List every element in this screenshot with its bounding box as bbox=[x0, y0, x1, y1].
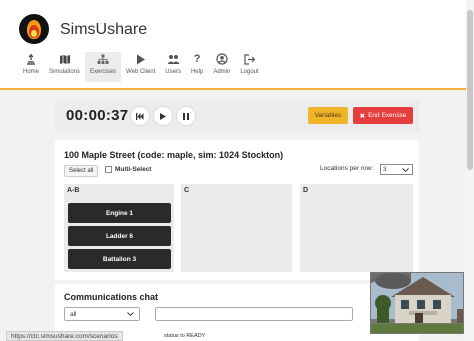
timer-panel: 00:00:37 Variables ✖ End Exercise bbox=[55, 99, 419, 133]
location-column-a-b[interactable]: A-B Engine 1 Ladder 6 Battalion 3 bbox=[64, 184, 174, 272]
house-photo-image bbox=[371, 273, 463, 333]
scrollbar-thumb[interactable] bbox=[467, 10, 473, 170]
nav-home[interactable]: Home bbox=[18, 52, 44, 82]
pause-icon bbox=[183, 112, 189, 120]
nav-logout[interactable]: Logout bbox=[235, 52, 263, 82]
play-icon bbox=[160, 112, 166, 120]
unit-ladder-6[interactable]: Ladder 6 bbox=[68, 226, 171, 246]
chat-filter-value: all bbox=[70, 310, 77, 318]
pause-button[interactable] bbox=[176, 106, 196, 126]
end-exercise-button[interactable]: ✖ End Exercise bbox=[353, 107, 413, 124]
users-icon bbox=[167, 52, 180, 66]
rewind-icon bbox=[136, 112, 144, 120]
chevron-down-icon bbox=[402, 167, 409, 172]
question-icon: ? bbox=[193, 53, 201, 65]
video-thumbnail[interactable] bbox=[370, 272, 464, 334]
unit-battalion-3[interactable]: Battalion 3 bbox=[68, 249, 171, 269]
exercise-title: 100 Maple Street (code: maple, sim: 1024… bbox=[64, 150, 284, 160]
play-button[interactable] bbox=[153, 106, 173, 126]
org-chart-icon bbox=[97, 52, 109, 66]
nav-simulations[interactable]: Simulations bbox=[44, 52, 85, 82]
multi-select-checkbox[interactable] bbox=[105, 166, 112, 173]
close-icon: ✖ bbox=[359, 112, 366, 120]
main-nav: Home Simulations Exercises Web Client Us… bbox=[18, 52, 264, 82]
chat-filter-select[interactable]: all bbox=[64, 307, 140, 321]
exercise-panel: 100 Maple Street (code: maple, sim: 1024… bbox=[55, 140, 419, 280]
locations-per-row-value: 3 bbox=[383, 166, 387, 173]
map-icon bbox=[59, 52, 71, 66]
exercise-timer: 00:00:37 bbox=[66, 107, 129, 124]
location-column-d[interactable]: D bbox=[300, 184, 413, 272]
header-accent-line bbox=[0, 88, 466, 90]
logout-icon bbox=[243, 52, 256, 66]
locations-per-row-select[interactable]: 3 bbox=[380, 164, 413, 175]
location-column-c[interactable]: C bbox=[181, 184, 292, 272]
page-scrollbar[interactable] bbox=[466, 0, 474, 341]
variables-button[interactable]: Variables bbox=[308, 107, 348, 124]
status-bar-url: https://ctc.simsushare.com/scenarios bbox=[6, 331, 123, 341]
nav-users[interactable]: Users bbox=[160, 52, 186, 82]
column-header: D bbox=[303, 187, 309, 194]
multi-select-toggle[interactable]: Multi-Select bbox=[105, 166, 151, 173]
end-exercise-label: End Exercise bbox=[368, 112, 407, 119]
play-icon bbox=[136, 52, 146, 66]
multi-select-label: Multi-Select bbox=[115, 166, 152, 173]
person-walk-icon bbox=[26, 52, 36, 66]
user-circle-icon bbox=[216, 52, 228, 66]
nav-web-client[interactable]: Web Client bbox=[121, 52, 160, 82]
app-logo[interactable] bbox=[19, 14, 49, 44]
nav-help[interactable]: ? Help bbox=[186, 52, 208, 82]
nav-exercises[interactable]: Exercises bbox=[85, 52, 122, 82]
column-header: C bbox=[184, 187, 190, 194]
column-header: A-B bbox=[67, 187, 80, 194]
chat-message-input[interactable] bbox=[155, 307, 353, 321]
locations-per-row-label: Locations per row: bbox=[320, 165, 374, 172]
select-all-button[interactable]: Select all bbox=[64, 165, 99, 177]
app-header: SimsUshare Home Simulations Exercises We… bbox=[0, 0, 474, 88]
unit-engine-1[interactable]: Engine 1 bbox=[68, 203, 171, 223]
rewind-button[interactable] bbox=[130, 106, 150, 126]
chat-title: Communications chat bbox=[64, 292, 159, 302]
nav-admin[interactable]: Admin bbox=[208, 52, 235, 82]
chevron-down-icon bbox=[127, 312, 134, 316]
app-title: SimsUshare bbox=[60, 21, 148, 38]
status-text: status to READY bbox=[164, 333, 206, 339]
